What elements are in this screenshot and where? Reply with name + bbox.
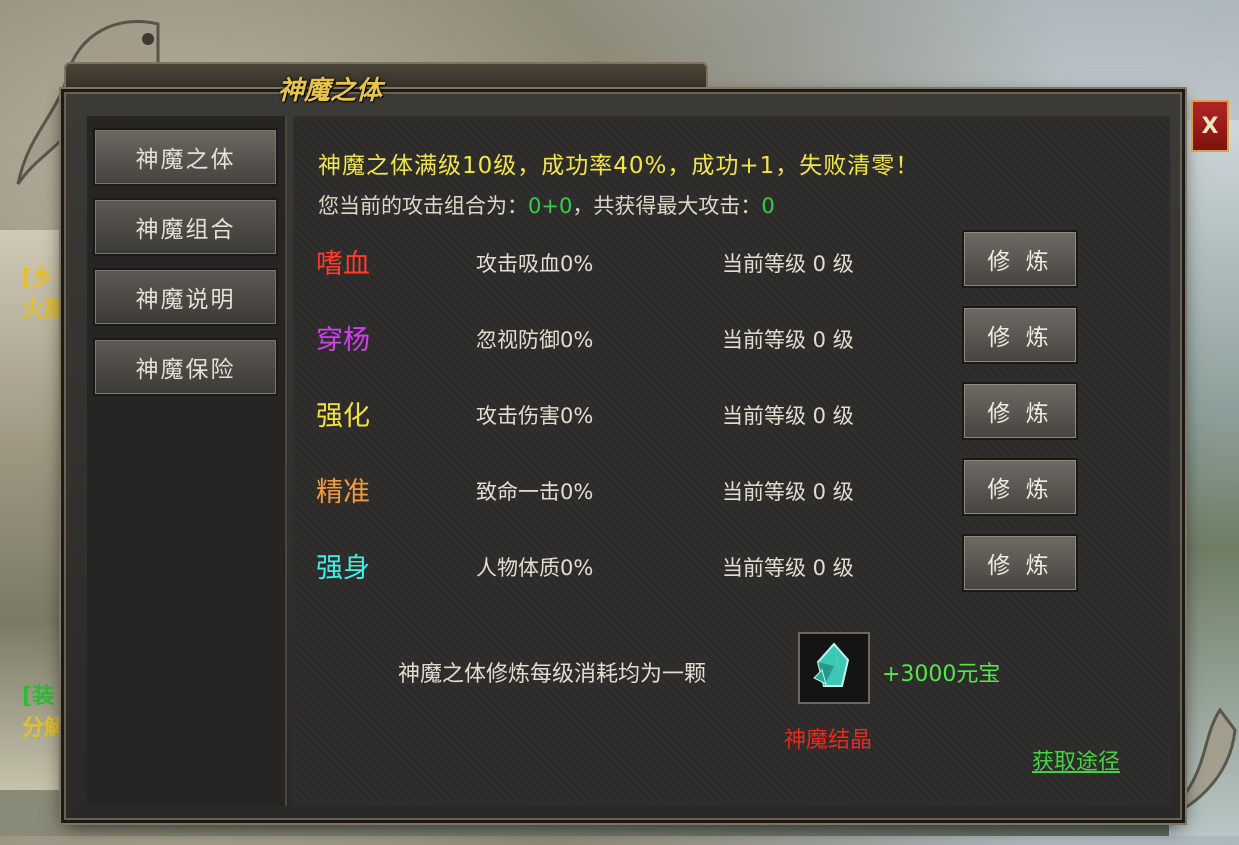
train-button[interactable]: 修 炼 — [962, 230, 1078, 288]
skill-level: 当前等级 0 级 — [722, 480, 854, 504]
item-slot[interactable] — [798, 632, 870, 704]
train-button[interactable]: 修 炼 — [962, 382, 1078, 440]
window-title: 神魔之体 — [278, 76, 383, 106]
attack-combo-summary: 您当前的攻击组合为：0+0，共获得最大攻击：0 — [318, 190, 775, 220]
skill-effect: 人物体质0% — [476, 556, 594, 580]
crystal-icon — [808, 640, 860, 696]
obtain-link[interactable]: 获取途径 — [1032, 744, 1120, 776]
max-level-notice: 神魔之体满级10级，成功率40%，成功+1，失败清零！ — [318, 153, 920, 179]
skill-level: 当前等级 0 级 — [722, 252, 854, 276]
combo-label: 您当前的攻击组合为： — [318, 194, 528, 218]
combo-value: 0+0 — [528, 194, 573, 218]
max-attack-label: ，共获得最大攻击： — [572, 194, 762, 218]
close-button[interactable]: X — [1191, 100, 1229, 152]
max-attack-value: 0 — [761, 194, 775, 218]
tab-body[interactable]: 神魔之体 — [93, 128, 278, 186]
tab-insurance[interactable]: 神魔保险 — [93, 338, 278, 396]
skill-effect: 攻击伤害0% — [476, 404, 594, 428]
skill-level: 当前等级 0 级 — [722, 556, 854, 580]
background-text: 分解 — [22, 716, 67, 741]
background-text: [装 — [22, 684, 55, 709]
skill-name: 强身 — [316, 553, 370, 584]
train-button[interactable]: 修 炼 — [962, 306, 1078, 364]
skill-effect: 致命一击0% — [476, 480, 594, 504]
skill-level: 当前等级 0 级 — [722, 404, 854, 428]
skill-name: 精准 — [316, 477, 370, 508]
tab-instructions[interactable]: 神魔说明 — [93, 268, 278, 326]
skill-name: 穿杨 — [316, 325, 370, 356]
cost-description: 神魔之体修炼每级消耗均为一颗 — [398, 662, 707, 687]
tab-combination[interactable]: 神魔组合 — [93, 198, 278, 256]
background-text: 火履 — [22, 298, 67, 323]
skill-name: 嗜血 — [316, 249, 370, 280]
skill-effect: 忽视防御0% — [476, 328, 594, 352]
skill-effect: 攻击吸血0% — [476, 252, 594, 276]
item-name: 神魔结晶 — [784, 728, 873, 753]
skill-name: 强化 — [316, 401, 370, 432]
skill-level: 当前等级 0 级 — [722, 328, 854, 352]
train-button[interactable]: 修 炼 — [962, 458, 1078, 516]
cost-amount: +3000元宝 — [882, 662, 1001, 687]
train-button[interactable]: 修 炼 — [962, 534, 1078, 592]
background-text: [乡 — [22, 266, 55, 291]
